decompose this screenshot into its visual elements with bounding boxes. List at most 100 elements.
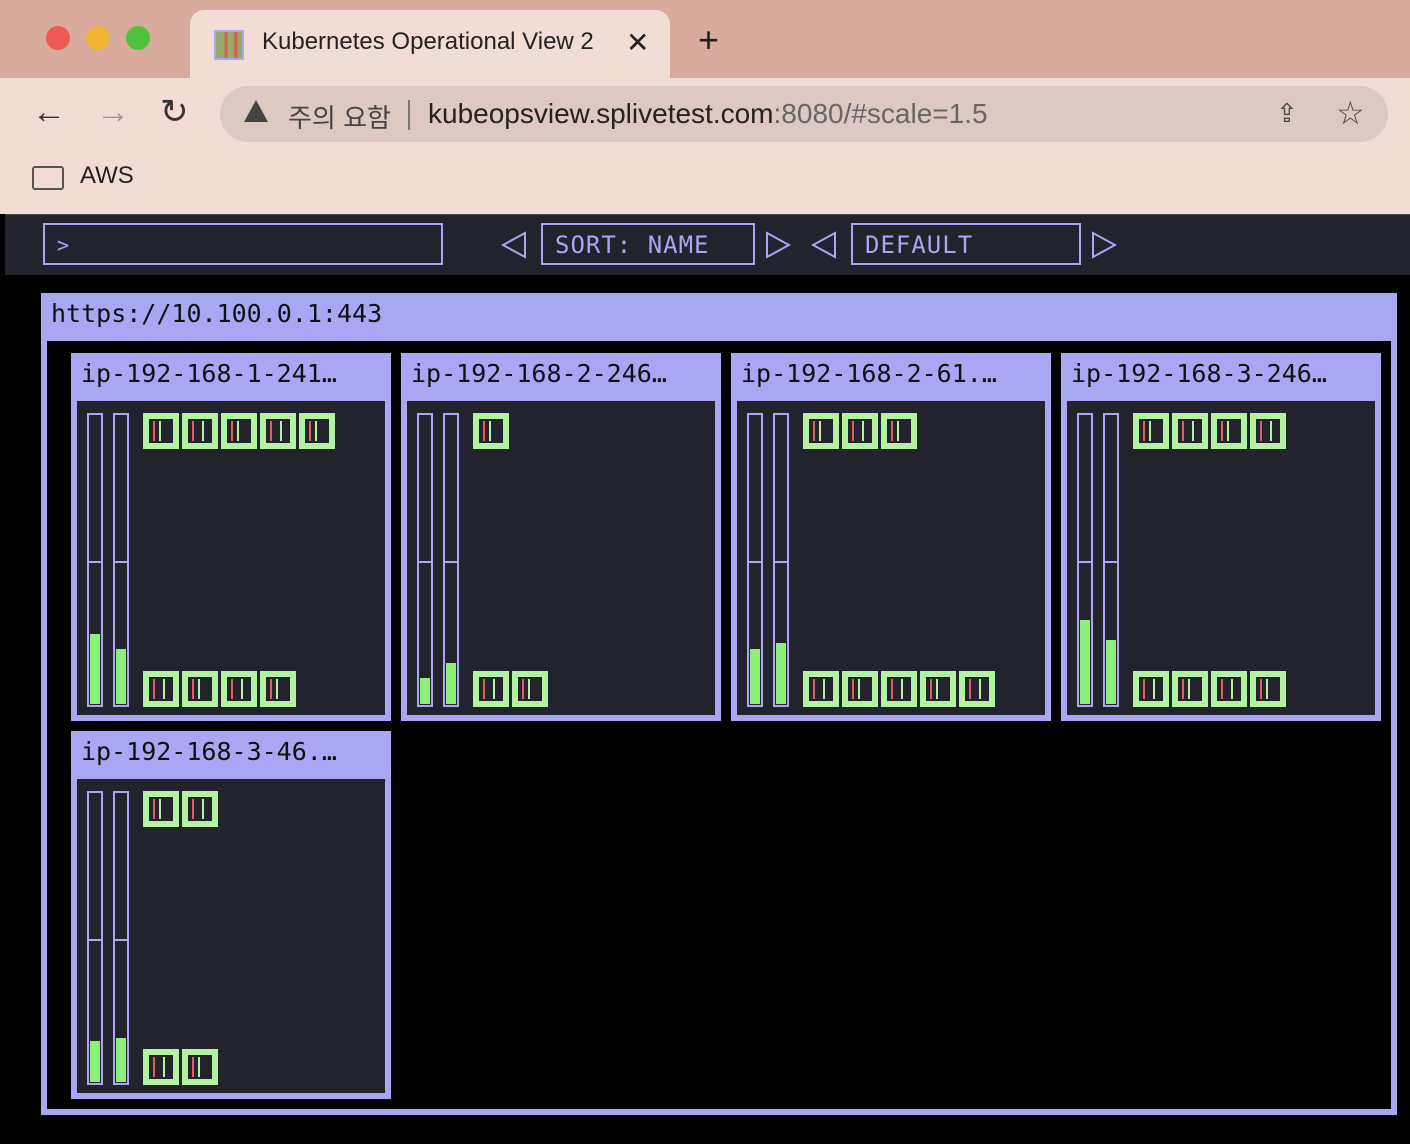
sort-next-icon[interactable] <box>765 231 791 259</box>
pod[interactable] <box>512 671 548 707</box>
pod[interactable] <box>182 1049 218 1085</box>
pod-container-marker <box>192 679 194 699</box>
pod[interactable] <box>260 413 296 449</box>
pod-status <box>479 677 503 701</box>
pod-container-marker <box>270 679 272 699</box>
cpu-bar[interactable] <box>1077 413 1093 707</box>
pod-container-marker <box>1192 421 1194 441</box>
node-card[interactable]: ip-192-168-1-241… <box>71 353 391 721</box>
pod-status <box>188 1055 212 1079</box>
pod[interactable] <box>143 671 179 707</box>
pod[interactable] <box>803 671 839 707</box>
pod[interactable] <box>920 671 956 707</box>
pod[interactable] <box>803 413 839 449</box>
pod[interactable] <box>1133 413 1169 449</box>
pod-status <box>1217 677 1241 701</box>
memory-bar[interactable] <box>443 413 459 707</box>
toolbar: > SORT: NAME DEFAULT <box>5 214 1410 275</box>
pod-container-marker <box>280 421 282 441</box>
pod-status <box>887 419 911 443</box>
back-button[interactable]: ← <box>32 95 66 129</box>
pod[interactable] <box>881 413 917 449</box>
sort-selector[interactable]: SORT: NAME <box>541 223 755 265</box>
cpu-bar[interactable] <box>417 413 433 707</box>
pod[interactable] <box>473 671 509 707</box>
address-bar[interactable]: 주의 요함 kubeopsview.splivetest.com:8080/#s… <box>220 86 1388 142</box>
pod[interactable] <box>1211 671 1247 707</box>
security-warning[interactable]: 주의 요함 <box>288 98 391 135</box>
pod[interactable] <box>1172 413 1208 449</box>
pod[interactable] <box>182 791 218 827</box>
node-name: ip-192-168-3-46.… <box>81 737 337 766</box>
theme-next-icon[interactable] <box>1091 231 1117 259</box>
pod[interactable] <box>221 413 257 449</box>
forward-button[interactable]: → <box>96 95 130 129</box>
url-text[interactable]: kubeopsview.splivetest.com:8080/#scale=1… <box>428 98 988 130</box>
cpu-bar[interactable] <box>747 413 763 707</box>
reload-button[interactable]: ↻ <box>160 95 189 129</box>
memory-bar[interactable] <box>773 413 789 707</box>
star-icon[interactable]: ☆ <box>1336 94 1365 132</box>
url-path: :8080/#scale=1.5 <box>773 98 988 129</box>
pod-container-marker <box>522 679 524 699</box>
pod-status <box>809 419 833 443</box>
cpu-bar-usage <box>750 649 760 704</box>
pod[interactable] <box>1133 671 1169 707</box>
pod-status <box>1139 677 1163 701</box>
url-host: kubeopsview.splivetest.com <box>428 98 774 129</box>
memory-bar[interactable] <box>113 413 129 707</box>
node-card[interactable]: ip-192-168-2-246… <box>401 353 721 721</box>
cpu-bar[interactable] <box>87 413 103 707</box>
pod[interactable] <box>959 671 995 707</box>
pod-container-marker <box>862 421 864 441</box>
node-card[interactable]: ip-192-168-3-46.… <box>71 731 391 1099</box>
pod-status <box>965 677 989 701</box>
pod[interactable] <box>221 671 257 707</box>
pod[interactable] <box>260 671 296 707</box>
node-body <box>407 401 715 715</box>
pod[interactable] <box>1250 671 1286 707</box>
cluster-nodes-area: ip-192-168-1-241… ip-192-168-2-246… ip-192… <box>47 341 1391 1109</box>
memory-bar[interactable] <box>1103 413 1119 707</box>
pod[interactable] <box>842 413 878 449</box>
node-body <box>1067 401 1375 715</box>
pod-container-marker <box>528 679 530 699</box>
node-card[interactable]: ip-192-168-2-61.… <box>731 353 1051 721</box>
pod-container-marker <box>891 679 893 699</box>
pod[interactable] <box>842 671 878 707</box>
maximize-window-button[interactable] <box>126 26 150 50</box>
kube-favicon-icon <box>214 30 244 60</box>
pod[interactable] <box>182 413 218 449</box>
memory-bar-usage <box>776 643 786 704</box>
node-name: ip-192-168-2-246… <box>411 359 667 388</box>
pod[interactable] <box>143 1049 179 1085</box>
pod[interactable] <box>473 413 509 449</box>
filter-input[interactable]: > <box>43 223 443 265</box>
active-tab[interactable]: Kubernetes Operational View 2 ✕ <box>190 10 670 78</box>
memory-bar[interactable] <box>113 791 129 1085</box>
theme-selector[interactable]: DEFAULT <box>851 223 1081 265</box>
pod[interactable] <box>881 671 917 707</box>
pod[interactable] <box>143 791 179 827</box>
pod[interactable] <box>1250 413 1286 449</box>
close-window-button[interactable] <box>46 26 70 50</box>
pod[interactable] <box>1172 671 1208 707</box>
minimize-window-button[interactable] <box>86 26 110 50</box>
tab-close-icon[interactable]: ✕ <box>626 26 649 59</box>
pod-container-marker <box>1231 679 1233 699</box>
pod-status <box>227 419 251 443</box>
node-card[interactable]: ip-192-168-3-246… <box>1061 353 1381 721</box>
pod[interactable] <box>182 671 218 707</box>
tab-title: Kubernetes Operational View 2 <box>262 28 594 55</box>
sort-prev-icon[interactable] <box>501 231 527 259</box>
pod[interactable] <box>143 413 179 449</box>
theme-prev-icon[interactable] <box>811 231 837 259</box>
pod[interactable] <box>1211 413 1247 449</box>
share-icon[interactable]: ⇪ <box>1276 98 1298 129</box>
cpu-bar[interactable] <box>87 791 103 1085</box>
pod-container-marker <box>198 679 200 699</box>
new-tab-button[interactable]: + <box>698 22 719 58</box>
pod[interactable] <box>299 413 335 449</box>
pod-container-marker <box>202 799 204 819</box>
node-name: ip-192-168-3-246… <box>1071 359 1327 388</box>
